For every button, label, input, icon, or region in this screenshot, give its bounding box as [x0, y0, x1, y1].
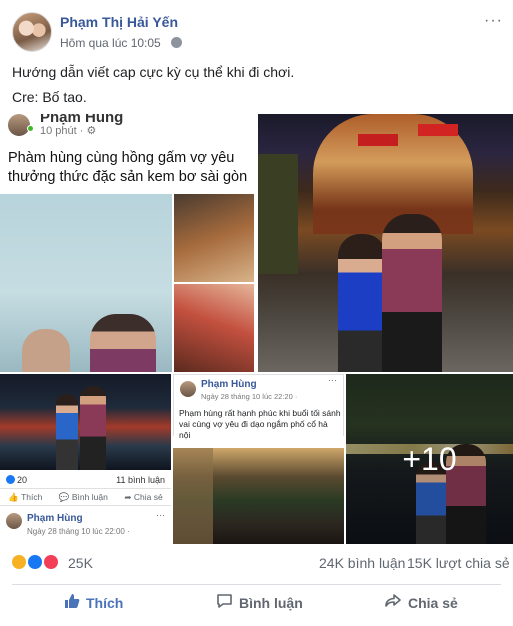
photo-tile-3[interactable]: 20 11 bình luận 👍 Thích 💬 Bình luận ➦ Ch…	[0, 374, 171, 544]
screenshot-comment-label: Bình luận	[71, 491, 108, 502]
more-options-icon: ···	[328, 375, 337, 385]
author-avatar[interactable]	[12, 12, 52, 52]
comment-button[interactable]: Bình luận	[216, 593, 303, 612]
shop-sign	[418, 124, 458, 136]
post-action-bar: Thích Bình luận Chia sẻ	[12, 584, 501, 622]
screenshot-like-count: 20	[6, 475, 27, 485]
screenshot-action-bar: 👍 Thích 💬 Bình luận ➦ Chia sẻ	[0, 488, 171, 506]
comment-icon	[216, 593, 233, 612]
person-man	[382, 214, 442, 372]
screenshot-share-label: Chia sẻ	[133, 491, 163, 502]
person-woman	[338, 234, 386, 372]
screenshot-time: 10 phút · ⚙	[40, 124, 96, 137]
screenshot-time-text: 10 phút ·	[40, 125, 87, 137]
comment-icon: 💬	[58, 491, 72, 502]
screenshot-post-header: Phạm Hùng Ngày 28 tháng 10 lúc 22:20 · ·…	[173, 374, 344, 440]
thumbs-up-icon	[64, 593, 80, 612]
avatar	[6, 513, 22, 529]
avatar	[8, 114, 30, 136]
screenshot-time: Ngày 28 tháng 10 lúc 22:20 ·	[201, 392, 298, 401]
share-button[interactable]: Chia sẻ	[385, 593, 458, 612]
screenshot-like-label: Thích	[21, 491, 43, 502]
share-icon: ➦	[124, 491, 134, 502]
photo-man-eating	[174, 194, 254, 282]
screenshot-sub-post: Phạm Hùng Ngày 28 tháng 10 lúc 22:00 · ·…	[0, 508, 171, 544]
avatar	[180, 381, 196, 397]
shop-sign	[358, 134, 398, 146]
more-photos-count[interactable]: +10	[346, 374, 513, 544]
thumbs-up-icon: 👍	[8, 491, 22, 502]
screenshot-comment-action: 💬 Bình luận	[59, 492, 108, 503]
screenshot-share-action: ➦ Chia sẻ	[124, 492, 162, 503]
photo-grid: Phạm Hùng 10 phút · ⚙ Phàm hùng cùng hồn…	[0, 114, 513, 544]
author-name[interactable]: Phạm Thị Hải Yến	[60, 14, 178, 30]
share-count[interactable]: 15K lượt chia sẻ	[407, 555, 510, 571]
more-options-icon: ···	[156, 510, 165, 520]
post-timestamp[interactable]: Hôm qua lúc 10:05	[60, 36, 161, 50]
online-status-icon	[27, 125, 34, 132]
like-button[interactable]: Thích	[64, 593, 123, 612]
like-button-label: Thích	[86, 594, 124, 611]
person-man	[80, 386, 106, 470]
comment-button-label: Bình luận	[239, 594, 303, 611]
screenshot-sub-time: Ngày 28 tháng 10 lúc 22:00 ·	[27, 527, 130, 536]
reactions-summary: 25K 24K bình luận 15K lượt chia sẻ	[0, 548, 513, 576]
photo-tile-2[interactable]	[258, 114, 513, 372]
post-header: Phạm Thị Hải Yến Hôm qua lúc 10:05 ···	[0, 0, 513, 60]
screenshot-sub-author: Phạm Hùng	[27, 513, 83, 524]
person-man	[90, 314, 156, 372]
reaction-count[interactable]: 25K	[68, 555, 93, 571]
share-icon	[385, 593, 402, 612]
friends-icon: ⚙	[86, 125, 97, 137]
screenshot-like-action: 👍 Thích	[8, 492, 42, 503]
photo-tile-5[interactable]: +10	[346, 374, 513, 544]
love-reaction-icon[interactable]	[42, 553, 60, 571]
screenshot-post-text: Phạm hùng rất hạnh phúc khi buổi tối sán…	[179, 408, 341, 440]
screenshot-author-name: Phạm Hùng	[201, 379, 257, 390]
screenshot-like-count-text: 20	[17, 475, 28, 485]
screenshot-comment-count: 11 bình luận	[116, 475, 165, 485]
more-options-icon[interactable]: ···	[484, 12, 503, 30]
comment-count[interactable]: 24K bình luận	[319, 555, 405, 571]
tree	[258, 154, 298, 274]
globe-icon	[171, 37, 182, 48]
photo-dessert	[174, 284, 254, 372]
share-button-label: Chia sẻ	[408, 594, 458, 611]
person-woman	[56, 394, 78, 470]
screenshot-post-text: Phàm hùng cùng hồng gấm vợ yêu thưởng th…	[8, 150, 248, 185]
person-woman	[22, 329, 70, 372]
like-icon	[6, 475, 15, 484]
post-caption: Hướng dẫn viết cap cực kỳ cụ thể khi đi …	[12, 64, 295, 80]
post-caption-credit: Cre: Bố tao.	[12, 89, 87, 105]
photo-tile-4[interactable]: Phạm Hùng Ngày 28 tháng 10 lúc 22:20 · ·…	[173, 374, 344, 544]
photo-old-quarter-street	[173, 448, 344, 544]
photo-tile-1[interactable]: Phạm Hùng 10 phút · ⚙ Phàm hùng cùng hồn…	[0, 114, 256, 372]
